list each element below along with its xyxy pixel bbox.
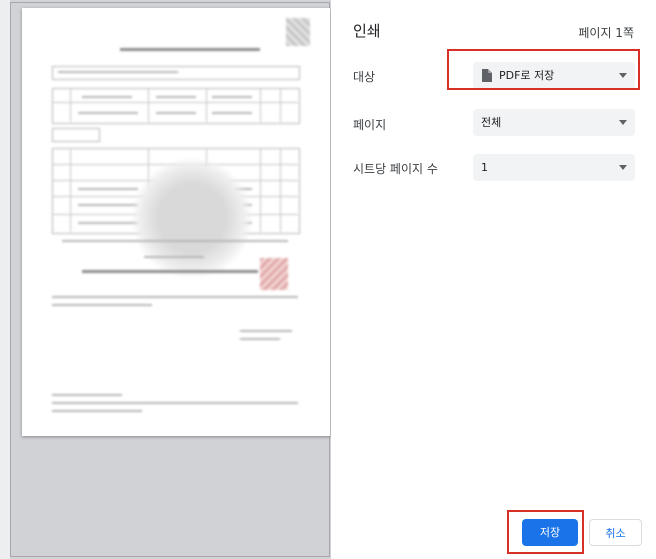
chevron-down-icon: [619, 73, 627, 78]
pages-value: 전체: [481, 116, 502, 129]
document-icon: [482, 69, 492, 82]
cancel-button[interactable]: 취소: [589, 519, 642, 546]
destination-label: 대상: [353, 70, 376, 84]
pages-select[interactable]: 전체: [473, 109, 635, 136]
chevron-down-icon: [619, 165, 627, 170]
dialog-title: 인쇄: [353, 22, 381, 40]
document-content-blurred: [22, 8, 330, 436]
pages-label: 페이지: [353, 118, 387, 132]
pages-per-sheet-label: 시트당 페이지 수: [353, 162, 438, 176]
page-count: 페이지 1쪽: [578, 26, 634, 40]
save-button[interactable]: 저장: [522, 519, 578, 546]
chevron-down-icon: [619, 120, 627, 125]
destination-select[interactable]: PDF로 저장: [473, 62, 635, 89]
left-edge-strip: [0, 0, 10, 559]
destination-value: PDF로 저장: [499, 69, 555, 82]
print-settings-panel: 인쇄 페이지 1쪽 대상 PDF로 저장 페이지 전체 시트당 페이지 수 1 …: [331, 0, 656, 559]
pages-per-sheet-value: 1: [481, 161, 488, 174]
print-preview-area: [0, 0, 331, 559]
pages-per-sheet-select[interactable]: 1: [473, 154, 635, 181]
preview-page[interactable]: [22, 8, 330, 436]
